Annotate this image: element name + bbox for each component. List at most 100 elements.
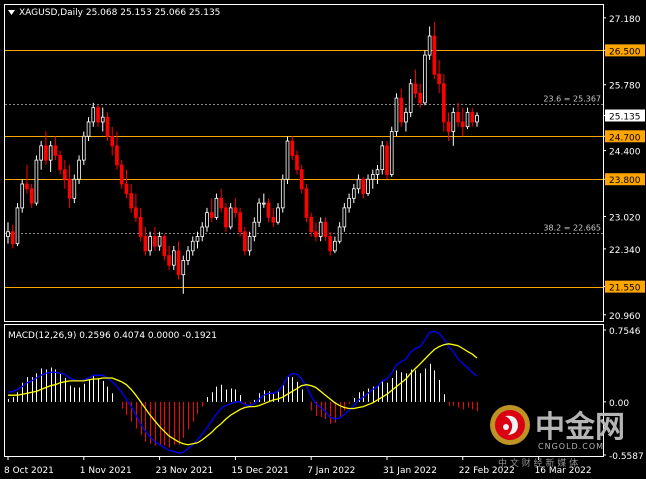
candle — [34, 155, 39, 206]
time-tick-label: 1 Nov 2021 — [80, 466, 132, 476]
candle-body — [77, 159, 81, 180]
candle-body — [143, 236, 148, 252]
price-tick-label: 25.780 — [609, 82, 641, 92]
candle-body — [361, 178, 366, 194]
candle-body — [86, 121, 91, 137]
fib-label: 38.2 = 22.665 — [543, 224, 601, 233]
candle-body — [347, 197, 351, 209]
candle-body — [328, 236, 332, 252]
macd-tick-label: 0.7546 — [609, 327, 641, 337]
candle-body — [252, 221, 257, 237]
price-tick-label: 24.400 — [609, 148, 641, 158]
candle-body — [39, 145, 43, 161]
candle-body — [34, 159, 39, 204]
candle-body — [195, 236, 200, 242]
watermark-cn: 中金网 — [535, 410, 625, 445]
watermark-en: CNGOLD.COM — [538, 442, 604, 451]
candle-body — [219, 197, 224, 209]
candle-body — [233, 207, 238, 214]
candle-body — [442, 83, 446, 123]
candle-body — [456, 112, 460, 123]
price-tick-label: 26.500 — [609, 47, 641, 57]
candle-body — [91, 107, 96, 123]
candle — [20, 179, 25, 213]
candle-body — [176, 250, 181, 276]
price-tick-label: 23.020 — [609, 213, 641, 223]
candle-body — [247, 236, 252, 252]
candle-body — [209, 212, 214, 218]
candle-body — [304, 188, 309, 218]
candle — [380, 141, 385, 175]
candle — [15, 203, 20, 247]
candle-body — [48, 145, 53, 161]
price-tick-label: 23.800 — [609, 176, 641, 186]
price-tick-label: 22.340 — [609, 246, 641, 256]
candle-body — [451, 112, 456, 132]
candle — [280, 174, 285, 213]
candle-body — [356, 178, 361, 190]
candle-body — [432, 35, 437, 75]
candle-body — [337, 226, 342, 242]
price-tick-label: 24.700 — [609, 133, 641, 143]
chart-background — [0, 0, 646, 479]
candle-body — [470, 112, 475, 123]
macd-tick-label: -0.5587 — [609, 452, 644, 462]
candle-body — [58, 154, 62, 171]
candle-body — [228, 207, 233, 228]
candle-body — [100, 116, 105, 123]
candle-body — [309, 217, 314, 233]
candle-body — [138, 217, 143, 237]
candle-body — [238, 212, 242, 233]
candle-body — [257, 202, 261, 223]
candle-body — [53, 145, 58, 156]
candle-body — [437, 73, 441, 85]
candle — [285, 136, 290, 185]
candle-body — [124, 183, 129, 194]
candle — [423, 50, 427, 106]
candle-body — [134, 207, 138, 218]
candle-body — [475, 115, 479, 123]
candle-body — [171, 250, 176, 266]
candle-body — [465, 112, 470, 128]
candle-body — [323, 221, 328, 237]
candle-body — [352, 188, 356, 199]
candle — [81, 131, 86, 165]
candle-body — [181, 259, 186, 276]
candle-body — [200, 226, 205, 237]
candle-body — [408, 83, 413, 113]
candle-body — [404, 112, 408, 123]
candle-body — [110, 135, 115, 147]
candle-body — [148, 236, 152, 252]
time-tick-label: 15 Dec 2021 — [231, 466, 288, 476]
candle-body — [333, 240, 337, 252]
candle-body — [266, 202, 271, 218]
price-tick-label: 21.550 — [609, 284, 641, 294]
candle-body — [44, 145, 48, 161]
candle-body — [271, 217, 276, 223]
candle-body — [20, 183, 25, 209]
candle-body — [186, 250, 190, 261]
time-tick-label: 8 Oct 2021 — [4, 466, 54, 476]
candle-body — [385, 145, 389, 175]
candle-body — [6, 231, 10, 237]
symbol-header: XAGUSD,Daily 25.068 25.153 25.066 25.135 — [19, 8, 220, 18]
candle-body — [29, 188, 34, 204]
time-tick-label: 31 Jan 2022 — [383, 466, 437, 476]
candle-body — [157, 236, 162, 247]
candle-body — [96, 107, 100, 123]
candle-body — [224, 207, 228, 228]
macd-tick-label: 0.00 — [609, 399, 629, 409]
candle-body — [423, 54, 427, 104]
candle-body — [299, 169, 304, 190]
candle-body — [10, 231, 15, 245]
candle-body — [25, 183, 29, 190]
candle-body — [389, 131, 394, 175]
time-tick-label: 23 Nov 2021 — [156, 466, 214, 476]
candle-body — [153, 236, 157, 247]
candle-body — [342, 207, 347, 228]
candle-body — [205, 212, 209, 228]
candle-body — [460, 121, 465, 128]
candle-body — [105, 116, 110, 137]
fib-label: 23.6 = 25.367 — [543, 95, 601, 104]
price-tick-label: 20.960 — [609, 312, 641, 322]
